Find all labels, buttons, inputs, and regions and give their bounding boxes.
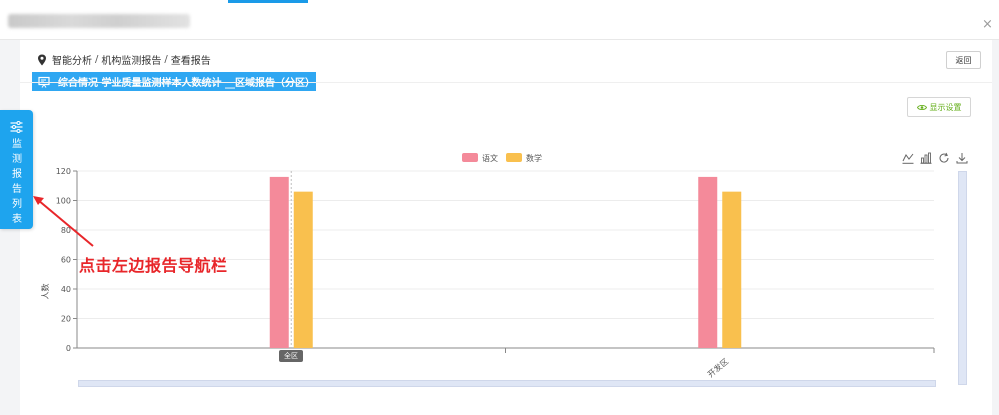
annotation-text: 点击左边报告导航栏 [79, 256, 228, 275]
annotation-arrow [33, 196, 94, 247]
